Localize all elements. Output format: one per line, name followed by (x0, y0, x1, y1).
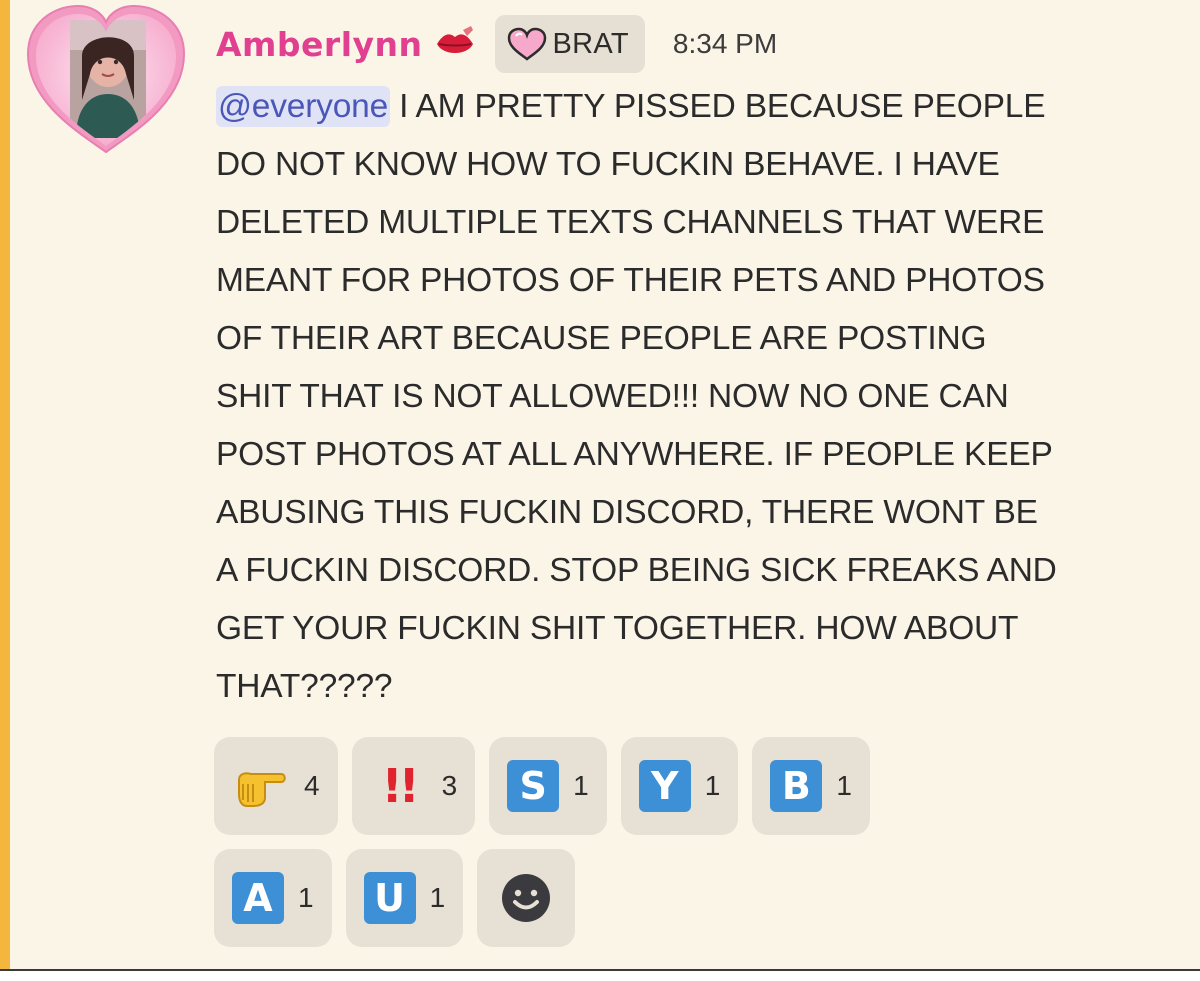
pointing-hand-icon (232, 757, 290, 815)
role-tag-badge[interactable]: BRAT (494, 15, 645, 73)
reaction-count: 1 (298, 882, 314, 913)
reaction-count: 1 (704, 770, 721, 801)
reaction-letter-a[interactable]: A 1 (214, 849, 332, 947)
username[interactable]: Amberlynn (216, 25, 423, 64)
message-content: @everyone I AM PRETTY PISSED BECAUSE PEO… (216, 78, 1176, 716)
reaction-letter-u[interactable]: U 1 (345, 849, 464, 947)
reactions-bar: 4 !! 3 S 1 Y 1 B 1 A 1 U 1 (214, 737, 1014, 961)
regional-letter-s-icon: S (507, 760, 560, 812)
reaction-count: 1 (573, 770, 589, 801)
lips-icon (433, 24, 477, 64)
regional-letter-b-icon: B (770, 760, 823, 812)
reaction-count: 3 (441, 770, 458, 801)
role-tag-label: BRAT (552, 27, 629, 60)
reaction-double-exclamation[interactable]: !! 3 (351, 737, 476, 835)
reaction-letter-s[interactable]: S 1 (489, 737, 607, 835)
timestamp[interactable]: 8:34 PM (673, 28, 777, 60)
regional-letter-a-icon: A (232, 872, 284, 924)
message-text: I AM PRETTY PISSED BECAUSE PEOPLE DO NOT… (216, 88, 1057, 705)
reaction-letter-b[interactable]: B 1 (752, 737, 870, 835)
double-exclamation-icon: !! (370, 757, 428, 815)
avatar[interactable] (22, 4, 190, 156)
reaction-row: 4 !! 3 S 1 Y 1 B 1 (214, 737, 1014, 835)
reaction-count: 1 (836, 770, 852, 801)
regional-letter-u-icon: U (363, 872, 416, 924)
pink-heart-icon (507, 27, 546, 61)
reaction-letter-y[interactable]: Y 1 (620, 737, 739, 835)
reaction-pointing-hand[interactable]: 4 (214, 737, 338, 835)
reaction-count: 1 (429, 882, 446, 913)
add-reaction-smiley-icon (502, 874, 551, 922)
double-exclamation-glyph: !! (381, 759, 420, 813)
regional-letter-y-icon: Y (638, 760, 691, 812)
heart-avatar-frame-icon (26, 4, 186, 154)
message-highlight-bar (0, 0, 10, 971)
reaction-count: 4 (304, 770, 320, 801)
reaction-row: A 1 U 1 (214, 849, 1014, 947)
everyone-mention[interactable]: @everyone (216, 86, 391, 127)
add-reaction-button[interactable] (477, 849, 576, 947)
message-header: Amberlynn BRAT 8:34 PM (216, 14, 777, 74)
bottom-divider (0, 969, 1200, 981)
